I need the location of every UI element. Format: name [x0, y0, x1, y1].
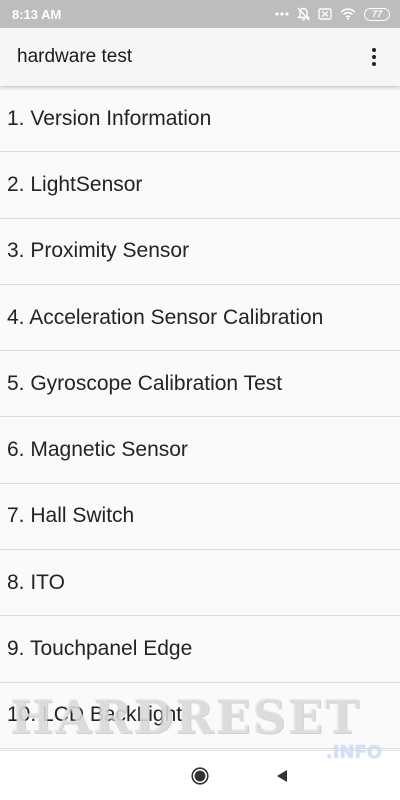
navigation-bar	[0, 750, 400, 800]
app-bar: hardware test	[0, 28, 400, 86]
list-item-hall-switch[interactable]: 7. Hall Switch	[0, 484, 400, 551]
list-item-version-information[interactable]: 1. Version Information	[0, 86, 400, 153]
home-button[interactable]	[188, 764, 212, 788]
list-item-proximity-sensor[interactable]: 3. Proximity Sensor	[0, 219, 400, 285]
status-bar: 8:13 AM 77	[0, 0, 400, 28]
hardware-test-list: 1. Version Information 2. LightSensor 3.…	[0, 86, 400, 750]
wifi-icon	[340, 8, 356, 20]
more-vert-icon	[372, 48, 376, 66]
list-item-magnetic-sensor[interactable]: 6. Magnetic Sensor	[0, 417, 400, 484]
list-item-touchpanel-edge[interactable]: 9. Touchpanel Edge	[0, 616, 400, 683]
status-icons: 77	[275, 7, 390, 21]
list-item-lcd-backlight[interactable]: 10. LCD BackLight	[0, 683, 400, 749]
more-options-button[interactable]	[362, 37, 386, 77]
sim-disabled-icon	[318, 8, 332, 20]
page-title: hardware test	[17, 46, 133, 67]
list-item-gyroscope-calibration-test[interactable]: 5. Gyroscope Calibration Test	[0, 351, 400, 418]
home-circle-icon	[191, 767, 209, 785]
back-triangle-icon	[277, 770, 287, 782]
list-item-acceleration-sensor-calibration[interactable]: 4. Acceleration Sensor Calibration	[0, 285, 400, 352]
list-item-light-sensor[interactable]: 2. LightSensor	[0, 152, 400, 219]
battery-icon: 77	[364, 7, 390, 21]
status-time: 8:13 AM	[12, 6, 62, 22]
list-item-ito[interactable]: 8. ITO	[0, 550, 400, 617]
notifications-off-icon	[297, 7, 310, 21]
back-button[interactable]	[270, 764, 294, 788]
more-dots-icon	[275, 12, 289, 16]
